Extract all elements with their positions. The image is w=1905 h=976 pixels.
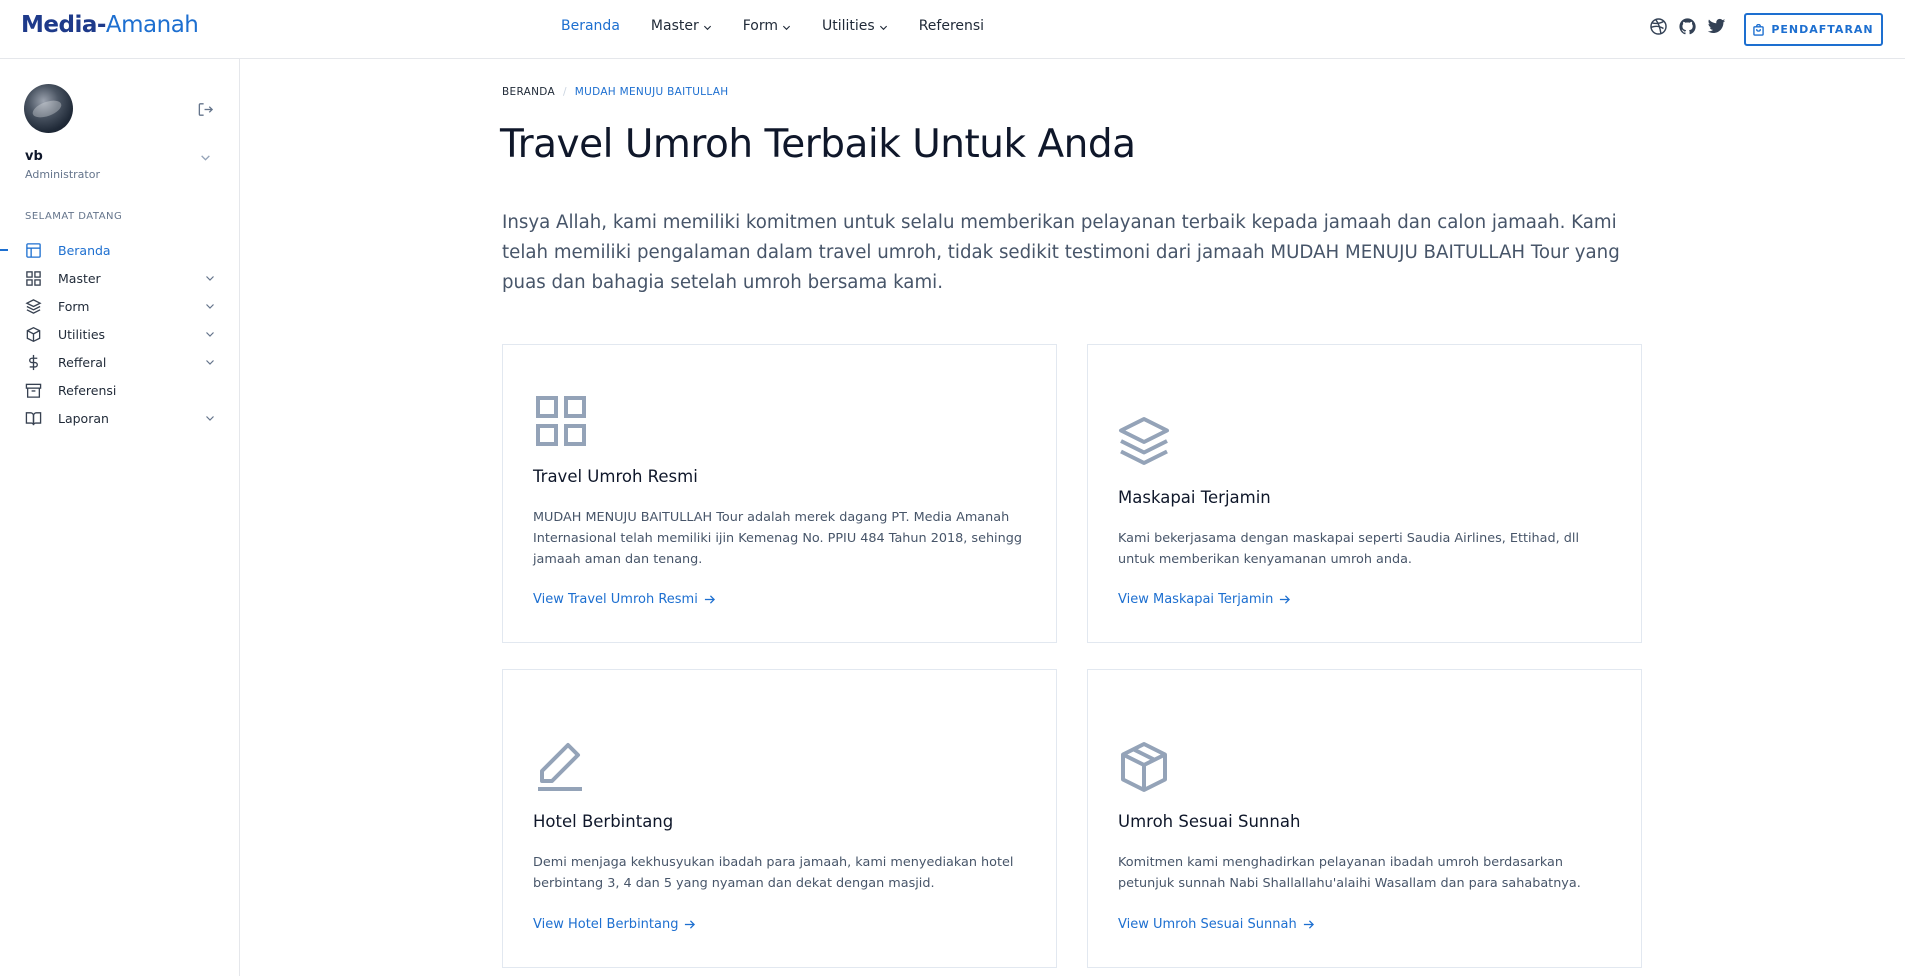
- sidebar: vb Administrator SELAMAT DATANG Beranda …: [0, 59, 240, 976]
- sidebar-item-label: Form: [58, 298, 90, 314]
- chevron-down-icon: [206, 332, 214, 337]
- topnav-label: Utilities: [822, 18, 875, 34]
- card-link-label: View Maskapai Terjamin: [1118, 592, 1274, 607]
- card-text: Kami bekerjasama dengan maskapai seperti…: [1118, 531, 1579, 567]
- archive-icon: [25, 383, 42, 398]
- brand-logo[interactable]: Media-Amanah: [21, 12, 199, 38]
- topnav-label: Referensi: [918, 18, 985, 34]
- intro-paragraph: Insya Allah, kami memiliki komitmen untu…: [502, 212, 1620, 293]
- card-title: Umroh Sesuai Sunnah: [1118, 812, 1301, 831]
- sidebar-section-label: SELAMAT DATANG: [25, 211, 123, 222]
- card-link-label: View Umroh Sesuai Sunnah: [1118, 917, 1297, 932]
- topnav-label: Master: [650, 18, 699, 34]
- page-title: Travel Umroh Terbaik Untuk Anda: [500, 122, 1136, 167]
- breadcrumb-separator: /: [562, 86, 567, 98]
- github-icon[interactable]: [1678, 17, 1697, 36]
- breadcrumb-current: MUDAH MENUJU BAITULLAH: [574, 86, 729, 98]
- sidebar-item-label: Utilities: [58, 326, 106, 342]
- chevron-down-icon: [703, 25, 711, 30]
- social-links: [1649, 17, 1726, 36]
- feature-card-travel-umroh-resmi: Travel Umroh Resmi MUDAH MENUJU BAITULLA…: [502, 344, 1057, 643]
- sidebar-item-laporan[interactable]: Laporan: [0, 404, 240, 432]
- card-link[interactable]: View Travel Umroh Resmi: [533, 592, 715, 607]
- card-link-label: View Travel Umroh Resmi: [533, 592, 698, 607]
- sidebar-item-referensi[interactable]: Referensi: [0, 376, 240, 404]
- brand-logo-part2: Amanah: [105, 12, 199, 38]
- brand-logo-part1: Media-: [21, 12, 106, 38]
- grid-icon: [536, 396, 586, 446]
- sidebar-item-label: Beranda: [58, 242, 111, 258]
- card-link[interactable]: View Hotel Berbintang: [533, 917, 696, 932]
- dollar-icon: [29, 354, 38, 370]
- topnav-label: Form: [742, 18, 778, 34]
- chevron-down-icon[interactable]: [200, 152, 211, 163]
- sidebar-item-label: Master: [58, 270, 101, 286]
- card-text: MUDAH MENUJU BAITULLAH Tour adalah merek…: [533, 510, 1022, 567]
- box-icon: [1121, 742, 1167, 792]
- sidebar-item-form[interactable]: Form: [0, 292, 240, 320]
- card-title: Maskapai Terjamin: [1118, 488, 1271, 507]
- sidebar-item-label: Refferal: [58, 354, 107, 370]
- topnav-item-referensi[interactable]: Referensi: [919, 18, 984, 34]
- twitter-icon[interactable]: [1707, 17, 1726, 36]
- sidebar-item-master[interactable]: Master: [0, 264, 240, 292]
- sidebar-item-label: Referensi: [58, 382, 117, 398]
- card-title: Travel Umroh Resmi: [533, 467, 698, 486]
- sidebar-item-refferal[interactable]: Refferal: [0, 348, 240, 376]
- breadcrumb-home[interactable]: BERANDA: [502, 86, 555, 98]
- topnav-item-master[interactable]: Master: [651, 18, 712, 34]
- top-nav-menu: Beranda Master Form Utilities Referensi: [561, 18, 1015, 34]
- card-link[interactable]: View Maskapai Terjamin: [1118, 592, 1291, 607]
- layers-icon: [25, 298, 42, 314]
- chevron-down-icon: [206, 276, 214, 281]
- logout-icon[interactable]: [197, 101, 214, 118]
- breadcrumb: BERANDA / MUDAH MENUJU BAITULLAH: [502, 86, 728, 98]
- book-icon: [25, 411, 42, 425]
- card-link-label: View Hotel Berbintang: [533, 917, 679, 932]
- avatar[interactable]: [24, 84, 73, 133]
- user-name: vb: [25, 149, 43, 164]
- topnav-item-form[interactable]: Form: [743, 18, 791, 34]
- arrow-right-icon: [1303, 920, 1314, 929]
- chevron-down-icon: [206, 304, 214, 309]
- card-title: Hotel Berbintang: [533, 812, 674, 831]
- layers-icon: [1119, 417, 1169, 465]
- edit-icon: [538, 743, 582, 791]
- chevron-down-icon: [206, 360, 214, 365]
- dribbble-icon[interactable]: [1649, 17, 1668, 36]
- feature-card-umroh-sesuai-sunnah: Umroh Sesuai Sunnah Komitmen kami mengha…: [1087, 669, 1642, 968]
- register-button[interactable]: PENDAFTARAN: [1744, 13, 1883, 46]
- topnav-label: Beranda: [561, 18, 620, 34]
- arrow-right-icon: [685, 920, 696, 929]
- layout-icon: [26, 242, 41, 258]
- arrow-right-icon: [1280, 595, 1291, 604]
- arrow-right-icon: [704, 595, 715, 604]
- sidebar-item-utilities[interactable]: Utilities: [0, 320, 240, 348]
- card-link[interactable]: View Umroh Sesuai Sunnah: [1118, 917, 1314, 932]
- box-icon: [26, 326, 41, 342]
- sidebar-menu: Beranda Master Form Utilities Refferal R…: [0, 236, 240, 432]
- feature-card-maskapai-terjamin: Maskapai Terjamin Kami bekerjasama denga…: [1087, 344, 1642, 643]
- sidebar-item-label: Laporan: [58, 410, 109, 426]
- user-role: Administrator: [25, 168, 100, 181]
- grid-icon: [26, 270, 41, 286]
- sidebar-item-beranda[interactable]: Beranda: [0, 236, 240, 264]
- top-navbar: Media-Amanah Beranda Master Form Utiliti…: [0, 0, 1905, 59]
- card-text: Demi menjaga kekhusyukan ibadah para jam…: [533, 855, 1014, 891]
- topnav-item-utilities[interactable]: Utilities: [822, 18, 888, 34]
- feature-card-hotel-berbintang: Hotel Berbintang Demi menjaga kekhusyuka…: [502, 669, 1057, 968]
- chevron-down-icon: [206, 416, 214, 421]
- topnav-item-beranda[interactable]: Beranda: [561, 18, 620, 34]
- chevron-down-icon: [782, 25, 791, 30]
- shopping-bag-icon: [1753, 23, 1765, 36]
- register-button-label: PENDAFTARAN: [1771, 23, 1874, 36]
- card-text: Komitmen kami menghadirkan pelayanan iba…: [1118, 855, 1581, 891]
- chevron-down-icon: [879, 25, 887, 30]
